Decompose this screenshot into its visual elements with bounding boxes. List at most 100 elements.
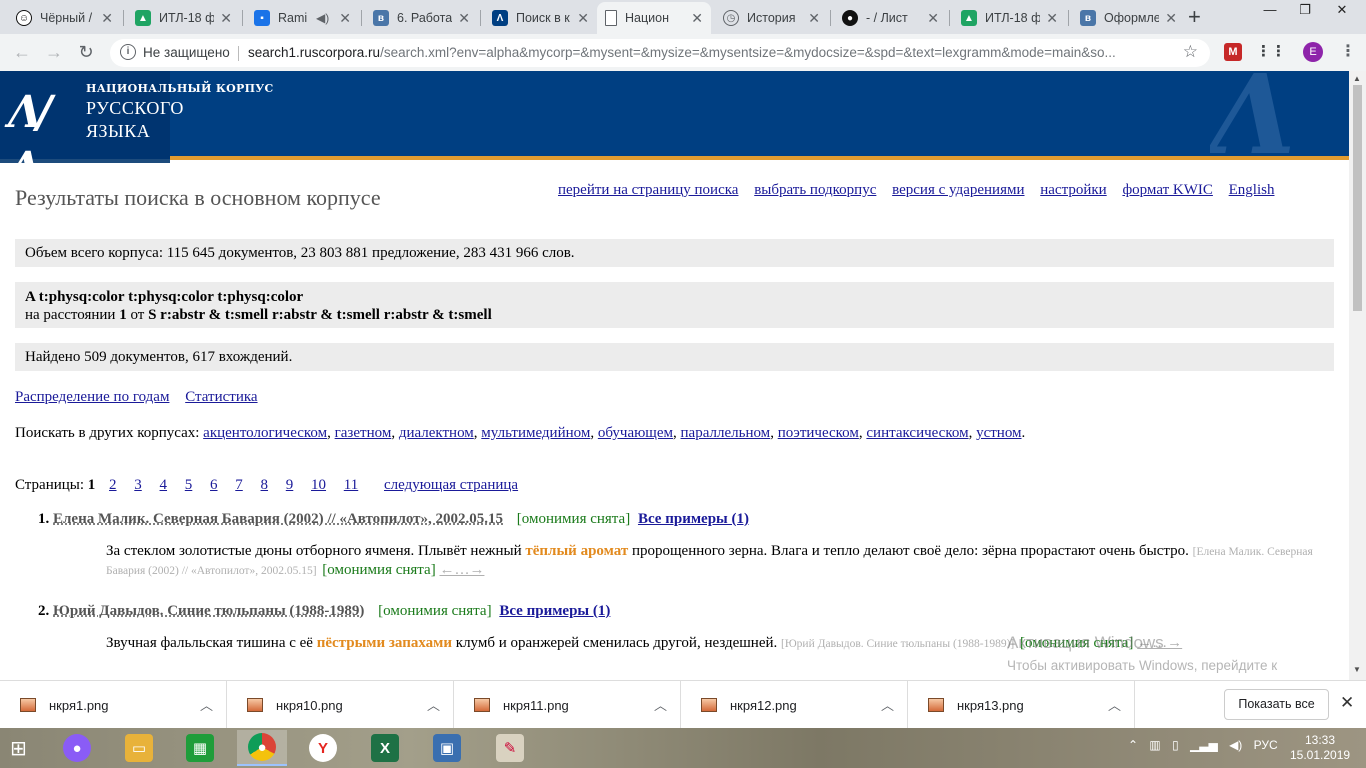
scroll-down-icon[interactable]: ▼ <box>1353 665 1361 674</box>
new-tab-button[interactable]: + <box>1188 4 1201 30</box>
link-settings[interactable]: настройки <box>1040 182 1106 198</box>
volume-icon[interactable]: ◀) <box>1229 738 1242 752</box>
expand-context-link[interactable]: ←…→ <box>439 562 484 578</box>
close-icon[interactable]: ✕ <box>927 10 939 27</box>
corpus-link-learning[interactable]: обучающем <box>598 425 673 441</box>
corpus-link-parallel[interactable]: параллельном <box>681 425 771 441</box>
close-icon[interactable]: ✕ <box>577 10 589 27</box>
show-all-downloads-button[interactable]: Показать все <box>1224 689 1329 720</box>
result-source[interactable]: Юрий Давыдов. Синие тюльпаны (1988-1989) <box>53 603 364 619</box>
close-icon[interactable]: ✕ <box>808 10 820 27</box>
close-downloads-icon[interactable]: ✕ <box>1340 693 1354 713</box>
chevron-up-icon[interactable]: ︿ <box>881 695 894 714</box>
page-link[interactable]: 10 <box>311 477 326 493</box>
link-accent-version[interactable]: версия с ударениями <box>892 182 1024 198</box>
address-bar[interactable]: i Не защищено search1.ruscorpora.ru/sear… <box>110 39 1210 67</box>
page-link[interactable]: 6 <box>210 477 218 493</box>
page-link[interactable]: 5 <box>185 477 193 493</box>
taskbar-store[interactable]: ▦ <box>175 730 225 766</box>
tab-3[interactable]: ▪ Rami ◀) ✕ <box>246 2 359 34</box>
next-page-link[interactable]: следующая страница <box>384 477 518 493</box>
network-icon[interactable]: ▥ <box>1149 738 1160 752</box>
link-statistics[interactable]: Статистика <box>185 389 257 405</box>
close-icon[interactable]: ✕ <box>339 10 351 27</box>
logo-line-1[interactable]: НАЦИОНАЛЬНЫЙ КОРПУС <box>86 82 274 95</box>
scroll-up-icon[interactable]: ▲ <box>1353 74 1361 83</box>
link-english[interactable]: English <box>1229 182 1275 198</box>
security-label[interactable]: Не защищено <box>143 45 230 60</box>
download-filename[interactable]: нкря10.png <box>276 698 343 713</box>
forward-button[interactable]: → <box>42 41 66 65</box>
page-link[interactable]: 3 <box>134 477 142 493</box>
extension-icon[interactable]: M <box>1224 43 1242 61</box>
taskbar-explorer[interactable]: ▭ <box>114 730 164 766</box>
restore-button[interactable]: ❐ <box>1285 0 1325 22</box>
tab-9[interactable]: ▲ ИТЛ-18 ф ✕ <box>953 2 1066 34</box>
close-icon[interactable]: ✕ <box>458 10 470 27</box>
tab-1[interactable]: ☺ Чёрный / ✕ <box>8 2 121 34</box>
logo-line-3[interactable]: ЯЗЫКА <box>86 121 150 142</box>
page-link[interactable]: 7 <box>235 477 243 493</box>
tab-2[interactable]: ▲ ИТЛ-18 ф ✕ <box>127 2 240 34</box>
language-indicator[interactable]: РУС <box>1254 738 1278 752</box>
signal-icon[interactable]: ▁▃▅ <box>1190 738 1218 752</box>
corpus-link-poetic[interactable]: поэтическом <box>778 425 859 441</box>
corpus-link-dialect[interactable]: диалектном <box>399 425 474 441</box>
back-button[interactable]: ← <box>10 41 34 65</box>
taskbar-yandex[interactable]: Y <box>298 730 348 766</box>
close-icon[interactable]: ✕ <box>691 10 703 27</box>
taskbar-chrome[interactable]: ● <box>237 730 287 766</box>
corpus-link-newspaper[interactable]: газетном <box>335 425 392 441</box>
windows-start-icon[interactable]: ⊞ <box>10 736 38 760</box>
logo-line-2[interactable]: РУССКОГО <box>86 98 184 119</box>
info-icon[interactable]: i <box>120 44 136 60</box>
download-filename[interactable]: нкря1.png <box>49 698 109 713</box>
page-link[interactable]: 2 <box>109 477 117 493</box>
speaker-icon[interactable]: ◀) <box>316 11 329 25</box>
corpus-link-accent[interactable]: акцентологическом <box>203 425 327 441</box>
profile-avatar[interactable]: E <box>1303 42 1323 62</box>
bookmark-star-icon[interactable]: ☆ <box>1183 42 1198 62</box>
corpus-link-spoken[interactable]: устном <box>976 425 1021 441</box>
download-item[interactable]: нкря10.png ︿ <box>227 681 454 729</box>
page-link[interactable]: 4 <box>160 477 168 493</box>
chevron-up-icon[interactable]: ︿ <box>427 695 440 714</box>
menu-icon[interactable]: ⋮ <box>1340 41 1356 61</box>
chevron-up-icon[interactable]: ︿ <box>200 695 213 714</box>
tab-6-active[interactable]: Национ ✕ <box>597 2 711 34</box>
all-examples-link[interactable]: Все примеры (1) <box>638 511 749 527</box>
close-icon[interactable]: ✕ <box>1165 10 1177 27</box>
page-scrollbar[interactable]: ▲ ▼ <box>1349 71 1366 680</box>
taskbar-cortana[interactable]: ● <box>52 730 102 766</box>
tab-5[interactable]: Λ Поиск в к ✕ <box>484 2 597 34</box>
link-kwic-format[interactable]: формат KWIC <box>1122 182 1212 198</box>
tab-4[interactable]: в 6. Работа ✕ <box>365 2 478 34</box>
link-search-page[interactable]: перейти на страницу поиска <box>558 182 738 198</box>
page-link[interactable]: 9 <box>286 477 294 493</box>
close-icon[interactable]: ✕ <box>1046 10 1058 27</box>
download-filename[interactable]: нкря13.png <box>957 698 1024 713</box>
result-source[interactable]: Елена Малик. Северная Бавария (2002) // … <box>53 511 503 527</box>
battery-icon[interactable]: ▯ <box>1172 738 1179 752</box>
page-link[interactable]: 11 <box>344 477 358 493</box>
download-item[interactable]: нкря1.png ︿ <box>0 681 227 729</box>
apps-grid-icon[interactable]: ⋮⋮ <box>1256 43 1286 61</box>
download-item[interactable]: нкря11.png ︿ <box>454 681 681 729</box>
url-text[interactable]: search1.ruscorpora.ru/search.xml?env=alp… <box>248 45 1168 60</box>
taskbar-clock[interactable]: 13:33 15.01.2019 <box>1290 733 1350 763</box>
all-examples-link[interactable]: Все примеры (1) <box>499 603 610 619</box>
download-filename[interactable]: нкря12.png <box>730 698 797 713</box>
taskbar-paint[interactable]: ✎ <box>485 730 535 766</box>
corpus-link-syntax[interactable]: синтаксическом <box>866 425 968 441</box>
tab-7[interactable]: ◷ История ✕ <box>715 2 828 34</box>
link-choose-subcorpus[interactable]: выбрать подкорпус <box>754 182 876 198</box>
page-link[interactable]: 8 <box>261 477 269 493</box>
link-year-distribution[interactable]: Распределение по годам <box>15 389 169 405</box>
taskbar-excel[interactable]: X <box>360 730 410 766</box>
minimize-button[interactable]: — <box>1250 0 1290 22</box>
reload-button[interactable]: ↻ <box>74 41 98 65</box>
tab-10[interactable]: в Оформле ✕ <box>1072 2 1185 34</box>
chevron-up-icon[interactable]: ︿ <box>654 695 667 714</box>
show-hidden-icons-icon[interactable]: ⌃ <box>1128 738 1138 752</box>
tab-8[interactable]: ● - / Лист ✕ <box>834 2 947 34</box>
